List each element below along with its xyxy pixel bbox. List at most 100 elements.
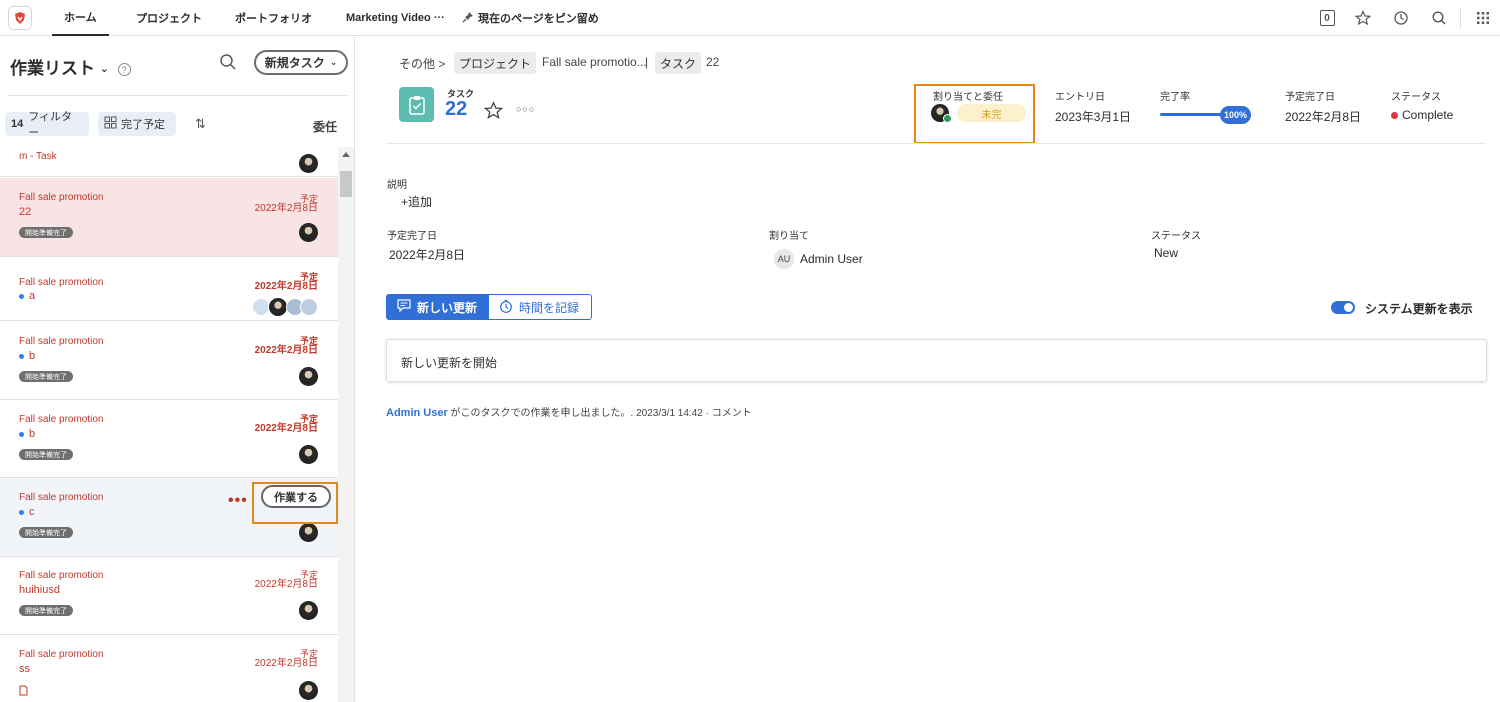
due-date: 予定 2022年2月8日 <box>255 194 318 214</box>
status-dot <box>1391 111 1398 119</box>
description-label: 説明 <box>387 180 407 191</box>
avatar <box>299 223 318 242</box>
help-icon[interactable]: ? <box>117 63 131 77</box>
planned-date-field[interactable]: 2022年2月8日 <box>389 246 465 263</box>
breadcrumb-other[interactable]: その他 > <box>399 55 445 72</box>
system-updates-label: システム更新を表示 <box>1365 302 1473 316</box>
task-number: 22 <box>445 98 468 120</box>
status-badge: 開始準備完了 <box>19 449 73 460</box>
new-task-button[interactable]: 新規タスク ⌄ <box>254 50 348 75</box>
task-name-text: b <box>29 350 36 362</box>
task-name-text: huihiusd <box>19 584 60 596</box>
breadcrumb-task-id: 22 <box>706 55 720 69</box>
status-badge: 開始準備完了 <box>19 605 73 616</box>
history-icon[interactable] <box>1391 8 1411 28</box>
pin-page-button[interactable]: 現在のページをピン留め <box>462 0 599 36</box>
list-item[interactable]: Fall sale promotion 22 予定 2022年2月8日 開始準備完… <box>0 178 338 257</box>
avatar <box>299 154 318 173</box>
check-icon <box>943 114 952 123</box>
tab-marketing-video[interactable]: Marketing Video ··· <box>346 0 445 36</box>
list-item[interactable]: Fall sale promotion b 予定 2022年2月8日 開始準備完了 <box>0 400 338 478</box>
work-list-title[interactable]: 作業リスト ⌄ ? <box>10 54 131 79</box>
project-name: Fall sale promotion <box>19 277 104 288</box>
breadcrumb-project[interactable]: プロジェクト <box>454 52 537 74</box>
tab-projects[interactable]: プロジェクト <box>136 0 202 36</box>
breadcrumb-task[interactable]: タスク <box>655 52 702 74</box>
tab-portfolio[interactable]: ポートフォリオ <box>235 0 312 36</box>
planned-date-field-label: 予定完了日 <box>387 231 437 242</box>
due-date: 予定 2022年2月8日 <box>255 570 318 590</box>
progress-bar <box>1160 113 1226 116</box>
add-description-link[interactable]: +追加 <box>401 193 432 210</box>
status-label: ステータス <box>1391 92 1441 103</box>
new-update-input[interactable]: 新しい更新を開始 <box>386 339 1487 382</box>
list-item[interactable]: Fall sale promotion b 予定 2022年2月8日 開始準備完了 <box>0 321 338 400</box>
system-updates-toggle[interactable] <box>1331 301 1355 314</box>
sort-chip-label: 完了予定 <box>121 119 165 131</box>
breadcrumb-project-name[interactable]: Fall sale promotio... <box>542 55 647 69</box>
assignee-field-label: 割り当て <box>769 231 809 242</box>
work-on-it-button[interactable]: 作業する <box>261 485 331 508</box>
scrollbar-thumb[interactable] <box>340 171 352 197</box>
progress-value: 100% <box>1220 106 1251 124</box>
due-value: 2022年2月8日 <box>254 658 318 669</box>
filter-button[interactable]: 14 フィルター <box>5 111 89 139</box>
status-badge: 開始準備完了 <box>19 227 73 238</box>
tab-new-update[interactable]: 新しい更新 <box>386 294 489 320</box>
tab-home[interactable]: ホーム <box>52 0 109 36</box>
status-dot <box>19 509 24 515</box>
app-logo-icon[interactable] <box>8 6 32 30</box>
scroll-up-icon[interactable] <box>342 152 350 157</box>
list-item[interactable]: Fall sale promotion ss 予定 2022年2月8日 <box>0 635 338 702</box>
project-name: Fall sale promotion <box>19 336 104 347</box>
task-name: ss <box>19 663 30 675</box>
task-name: b <box>19 428 35 440</box>
entry-date-label: エントリ日 <box>1055 92 1105 103</box>
apps-grid-icon[interactable] <box>1473 8 1493 28</box>
new-update-placeholder: 新しい更新を開始 <box>401 356 498 370</box>
task-name: 22 <box>19 206 31 218</box>
status-field[interactable]: New <box>1154 246 1178 260</box>
task-name: m - Task <box>19 151 57 162</box>
activity-user-link[interactable]: Admin User <box>386 407 448 419</box>
sort-direction-icon[interactable]: ⇅ <box>195 116 206 132</box>
top-nav: ホーム プロジェクト ポートフォリオ Marketing Video ··· 現… <box>0 0 1500 36</box>
favorite-star-icon[interactable] <box>483 101 504 125</box>
search-icon[interactable] <box>1429 8 1449 28</box>
list-item[interactable]: Fall sale promotion a 予定 2022年2月8日 <box>0 257 338 321</box>
task-name-text: ss <box>19 663 30 675</box>
assign-column-header: 委任 <box>313 120 338 134</box>
due-date: 予定 2022年2月8日 <box>255 414 318 434</box>
work-list-panel: 作業リスト ⌄ ? 新規タスク ⌄ 14 フィルター 完了予定 ⇅ 委任 m -… <box>0 37 355 702</box>
avatar <box>299 681 318 700</box>
status-value[interactable]: Complete <box>1391 108 1453 122</box>
star-icon[interactable] <box>1353 8 1373 28</box>
search-icon[interactable] <box>219 53 237 76</box>
scrollbar[interactable] <box>338 147 354 702</box>
nav-divider <box>1460 8 1461 28</box>
project-name: Fall sale promotion <box>19 649 104 660</box>
status-value-text: Complete <box>1402 108 1454 122</box>
avatar <box>299 445 318 464</box>
project-name: Fall sale promotion <box>19 492 104 503</box>
list-item[interactable]: m - Task <box>0 147 338 177</box>
assignee-name[interactable]: Admin User <box>800 252 863 266</box>
status-pill[interactable]: 未完 <box>957 104 1026 122</box>
list-item[interactable]: Fall sale promotion huihiusd 予定 2022年2月8日… <box>0 557 338 635</box>
work-list-title-text: 作業リスト <box>10 59 95 78</box>
more-options-icon[interactable]: ○○○ <box>516 104 535 114</box>
breadcrumb-separator: > <box>438 57 446 71</box>
task-name-text: a <box>29 290 36 302</box>
counter-badge[interactable]: 0 <box>1317 8 1337 28</box>
activity-text: がこのタスクでの作業を申し出ました。. 2023/3/1 14:42 · コメン… <box>450 408 752 419</box>
avatar <box>299 367 318 386</box>
tab-log-time[interactable]: 時間を記録 <box>488 294 592 320</box>
progress-label: 完了率 <box>1160 92 1190 103</box>
sort-chip[interactable]: 完了予定 <box>98 112 176 136</box>
activity-entry: Admin User がこのタスクでの作業を申し出ました。. 2023/3/1 … <box>386 404 752 419</box>
assignee-avatar: AU <box>774 249 794 269</box>
chevron-down-icon: ⌄ <box>329 57 338 67</box>
avatar <box>300 298 318 316</box>
status-badge: 開始準備完了 <box>19 371 73 382</box>
more-options-icon[interactable]: ••• <box>228 492 248 510</box>
